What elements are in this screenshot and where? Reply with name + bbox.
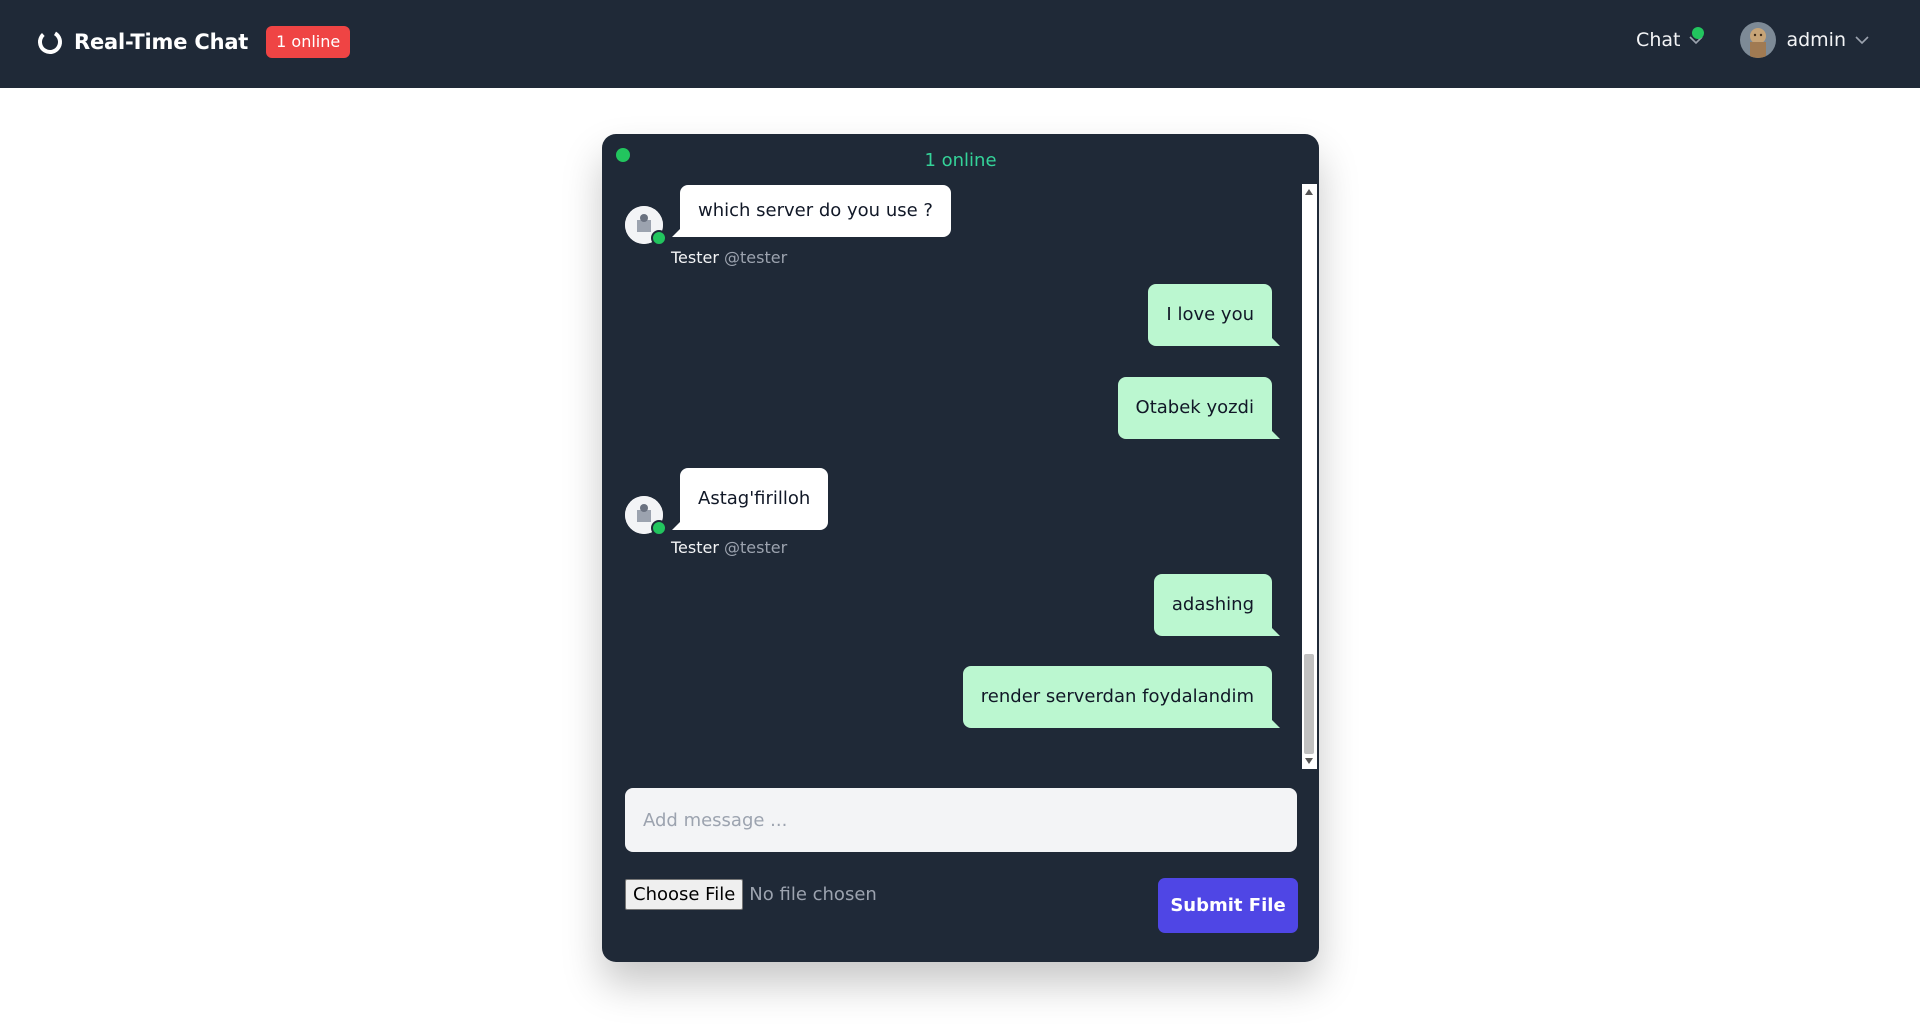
- author-handle: @tester: [724, 538, 788, 557]
- avatar: [1740, 22, 1777, 58]
- message-bubble: render serverdan foydalandim: [962, 666, 1281, 728]
- message-input[interactable]: [625, 788, 1297, 852]
- scroll-thumb[interactable]: [1304, 654, 1314, 754]
- chat-online-status: 1 online: [924, 150, 997, 171]
- chat-panel: 1 online which server do you use ? Teste…: [602, 134, 1319, 962]
- nav-right: Chat admin: [1636, 22, 1870, 58]
- brand-title: Real-Time Chat: [74, 30, 249, 54]
- online-status-indicator: [651, 230, 667, 246]
- author-handle: @tester: [724, 248, 788, 267]
- author-name: Tester: [671, 538, 719, 557]
- user-menu[interactable]: admin: [1740, 22, 1870, 58]
- scroll-down-arrow-icon[interactable]: [1305, 758, 1313, 764]
- scroll-up-arrow-icon[interactable]: [1305, 189, 1313, 195]
- message-author: Tester @tester: [671, 538, 787, 557]
- message-author: Tester @tester: [671, 248, 787, 267]
- message-bubble: adashing: [1153, 574, 1281, 636]
- submit-file-button[interactable]: Submit File: [1158, 878, 1298, 933]
- online-count-badge: 1 online: [266, 26, 351, 58]
- author-name: Tester: [671, 248, 719, 267]
- file-upload-row: Choose File No file chosen: [625, 879, 877, 910]
- nav-chat-dropdown[interactable]: Chat: [1636, 27, 1705, 51]
- avatar: [625, 206, 667, 246]
- chevron-down-icon: [1855, 36, 1869, 45]
- top-navbar: Real-Time Chat 1 online Chat admin: [0, 0, 1920, 88]
- choose-file-button[interactable]: Choose File: [625, 879, 744, 910]
- online-status-indicator: [651, 520, 667, 536]
- file-status-text: No file chosen: [749, 884, 877, 905]
- nav-chat-label: Chat: [1636, 29, 1681, 51]
- message-bubble: Otabek yozdi: [1117, 377, 1281, 439]
- message-bubble: I love you: [1148, 284, 1280, 346]
- user-name: admin: [1786, 29, 1846, 51]
- avatar: [625, 496, 667, 536]
- brand[interactable]: Real-Time Chat 1 online: [36, 26, 351, 58]
- loading-ring-icon: [38, 30, 62, 54]
- message-bubble: Astag'firilloh: [671, 468, 829, 530]
- message-bubble: which server do you use ?: [672, 185, 951, 237]
- message-list-scrollbar[interactable]: [1302, 184, 1317, 769]
- message-list[interactable]: which server do you use ? Tester @tester…: [602, 184, 1319, 769]
